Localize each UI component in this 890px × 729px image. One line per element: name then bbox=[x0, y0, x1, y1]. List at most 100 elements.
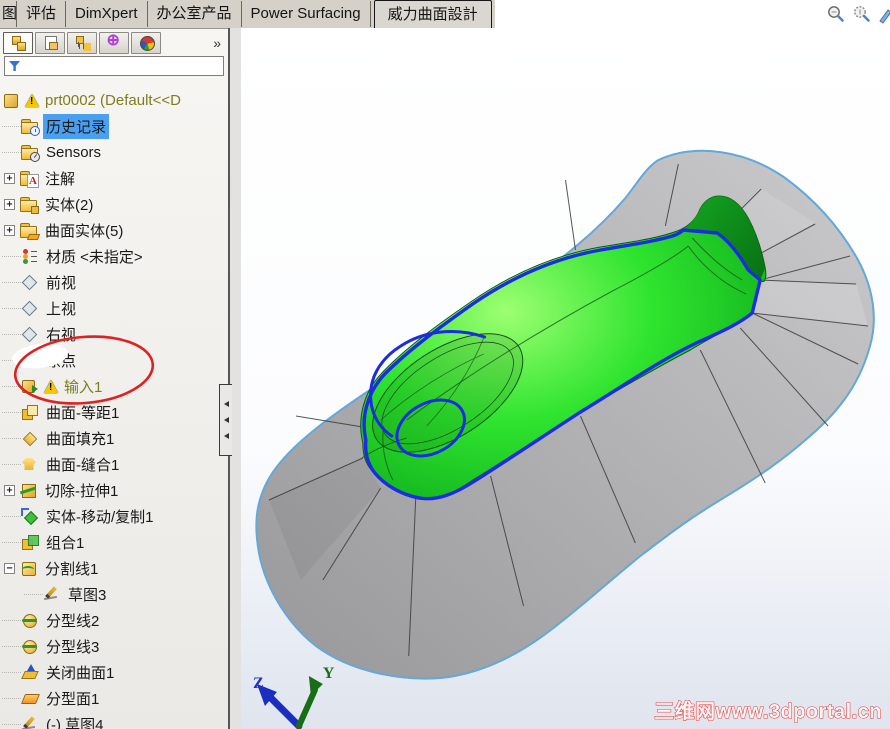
tree-item[interactable]: 实体-移动/复制1 bbox=[0, 503, 228, 529]
collapse-arrow-icon bbox=[223, 401, 229, 407]
zoom-to-area-icon[interactable] bbox=[852, 4, 871, 24]
parting-line-icon bbox=[21, 612, 38, 628]
tree-item[interactable]: 输入1 bbox=[0, 373, 228, 399]
tree-item-label: 前视 bbox=[46, 274, 77, 292]
dimxpertmanager-tab[interactable] bbox=[99, 31, 129, 54]
tree-item[interactable]: 组合1 bbox=[0, 529, 228, 555]
splitter-handle[interactable] bbox=[219, 384, 232, 456]
tree-item[interactable]: (-) 草图4 bbox=[0, 711, 228, 729]
tree-item-label: 分型面1 bbox=[46, 690, 100, 708]
pen-icon[interactable] bbox=[878, 4, 890, 24]
annotations-folder-icon bbox=[20, 170, 37, 186]
tree-item[interactable]: 曲面-等距1 bbox=[0, 399, 228, 425]
tree-item-label: 分型线2 bbox=[46, 612, 100, 630]
solidworks-window: 图评估DimXpert办公室产品Power Surfacing威力曲面設計 » bbox=[0, 0, 890, 729]
ribbon-tab-5[interactable]: 威力曲面設計 bbox=[373, 0, 492, 28]
tree-item[interactable]: 历史记录 bbox=[0, 113, 228, 139]
tree-item-label: Sensors bbox=[46, 143, 102, 161]
panel-splitter[interactable] bbox=[219, 28, 241, 729]
tree-item-label: 输入1 bbox=[64, 378, 103, 396]
triad-y-label: Y bbox=[323, 665, 335, 682]
tree-connector bbox=[2, 619, 21, 621]
tree-item[interactable]: 材质 <未指定> bbox=[0, 243, 228, 269]
tree-item-label: 注解 bbox=[45, 170, 76, 188]
zoom-to-fit-icon[interactable] bbox=[826, 4, 845, 24]
tree-item-label: 实体(2) bbox=[45, 196, 94, 214]
tree-item-label: 历史记录 bbox=[43, 113, 110, 139]
featuremanager-design-tree-icon bbox=[11, 35, 26, 51]
tree-item-label: 实体-移动/复制1 bbox=[46, 508, 154, 526]
tree-item[interactable]: Sensors bbox=[0, 139, 228, 165]
tree-connector bbox=[2, 333, 21, 335]
tree-item[interactable]: + 曲面实体(5) bbox=[0, 217, 228, 243]
tree-item[interactable]: 曲面填充1 bbox=[0, 425, 228, 451]
graphics-viewport[interactable]: Z Y 三维网www.3dportal.cn bbox=[241, 28, 890, 729]
collapse-arrow-icon bbox=[223, 417, 229, 423]
tree-item[interactable]: 分型线3 bbox=[0, 633, 228, 659]
filter-input[interactable] bbox=[24, 58, 219, 74]
parting-surface-icon bbox=[21, 690, 38, 706]
propertymanager-tab[interactable] bbox=[35, 31, 65, 54]
tree-item-label: 组合1 bbox=[46, 534, 85, 552]
combine-icon bbox=[21, 534, 39, 550]
tree-item[interactable]: − 分割线1 bbox=[0, 555, 228, 581]
ribbon-tab-3[interactable]: 办公室产品 bbox=[148, 1, 242, 27]
tree-connector bbox=[2, 723, 21, 725]
tree-item[interactable]: 关闭曲面1 bbox=[0, 659, 228, 685]
tree-item[interactable]: 分型线2 bbox=[0, 607, 228, 633]
ribbon-tab-1[interactable]: 评估 bbox=[17, 1, 67, 27]
ribbon-tab-4[interactable]: Power Surfacing bbox=[242, 1, 371, 27]
manager-tab-overflow-chevron[interactable]: » bbox=[210, 33, 224, 53]
part-icon bbox=[2, 92, 19, 108]
tree-connector bbox=[2, 697, 21, 699]
expand-toggle[interactable]: + bbox=[4, 198, 15, 210]
expand-toggle[interactable]: + bbox=[4, 224, 15, 236]
tree-item-label: 曲面填充1 bbox=[46, 430, 115, 448]
expand-toggle[interactable]: + bbox=[4, 484, 15, 496]
tree-connector bbox=[2, 307, 21, 309]
tree-item-label: 分割线1 bbox=[45, 560, 99, 578]
watermark: 三维网www.3dportal.cn bbox=[654, 699, 882, 723]
tree-item[interactable]: 右视 bbox=[0, 321, 228, 347]
manager-tab-bar: » bbox=[0, 29, 228, 56]
ribbon-tab-0[interactable]: 图 bbox=[0, 1, 17, 27]
sketch-icon bbox=[21, 716, 38, 729]
displaymanager-tab[interactable] bbox=[131, 31, 161, 54]
featuremanager-design-tree-tab[interactable] bbox=[3, 31, 33, 54]
tree-item[interactable]: prt0002 (Default<<D bbox=[0, 87, 228, 113]
configurationmanager-tab[interactable] bbox=[67, 31, 97, 54]
tree-item-label: prt0002 (Default<<D bbox=[45, 91, 181, 109]
main-area: » prt0002 (Default<<D 历史记录 Sensors + 注解 + 实体(2… bbox=[0, 28, 890, 729]
tree-item[interactable]: 原点 bbox=[0, 347, 228, 373]
dimxpertmanager-icon bbox=[107, 33, 122, 50]
sensors-folder-overlay-icon bbox=[30, 152, 40, 162]
tree-connector bbox=[2, 255, 21, 257]
tree-item-label: 曲面-缝合1 bbox=[46, 456, 120, 474]
surface-knit-icon bbox=[21, 456, 38, 472]
split-line-icon bbox=[20, 560, 37, 576]
plane-icon bbox=[21, 274, 38, 290]
expand-toggle[interactable]: + bbox=[4, 172, 15, 184]
tree-connector bbox=[2, 125, 21, 127]
imported-feature-icon bbox=[21, 378, 38, 394]
tree-item-label: 曲面实体(5) bbox=[45, 222, 124, 240]
tree-filter[interactable] bbox=[4, 56, 224, 76]
tree-item-label: 材质 <未指定> bbox=[46, 248, 143, 266]
tree-item[interactable]: + 实体(2) bbox=[0, 191, 228, 217]
tree-item[interactable]: 前视 bbox=[0, 269, 228, 295]
feature-tree: prt0002 (Default<<D历史记录Sensors+注解+实体(2)+… bbox=[0, 84, 228, 729]
annotations-folder-overlay-icon bbox=[27, 171, 39, 188]
tree-item[interactable]: + 切除-拉伸1 bbox=[0, 477, 228, 503]
tree-item[interactable]: 曲面-缝合1 bbox=[0, 451, 228, 477]
tree-item[interactable]: 分型面1 bbox=[0, 685, 228, 711]
tree-connector bbox=[2, 151, 21, 153]
tree-item[interactable]: 上视 bbox=[0, 295, 228, 321]
ribbon-tab-2[interactable]: DimXpert bbox=[66, 1, 148, 27]
sketch-icon bbox=[43, 586, 60, 602]
tree-item[interactable]: 草图3 bbox=[0, 581, 228, 607]
expand-toggle[interactable]: − bbox=[4, 562, 15, 574]
tree-item[interactable]: + 注解 bbox=[0, 165, 228, 191]
material-icon bbox=[21, 248, 38, 264]
parting-line-icon bbox=[21, 638, 38, 654]
tree-connector bbox=[2, 437, 21, 439]
